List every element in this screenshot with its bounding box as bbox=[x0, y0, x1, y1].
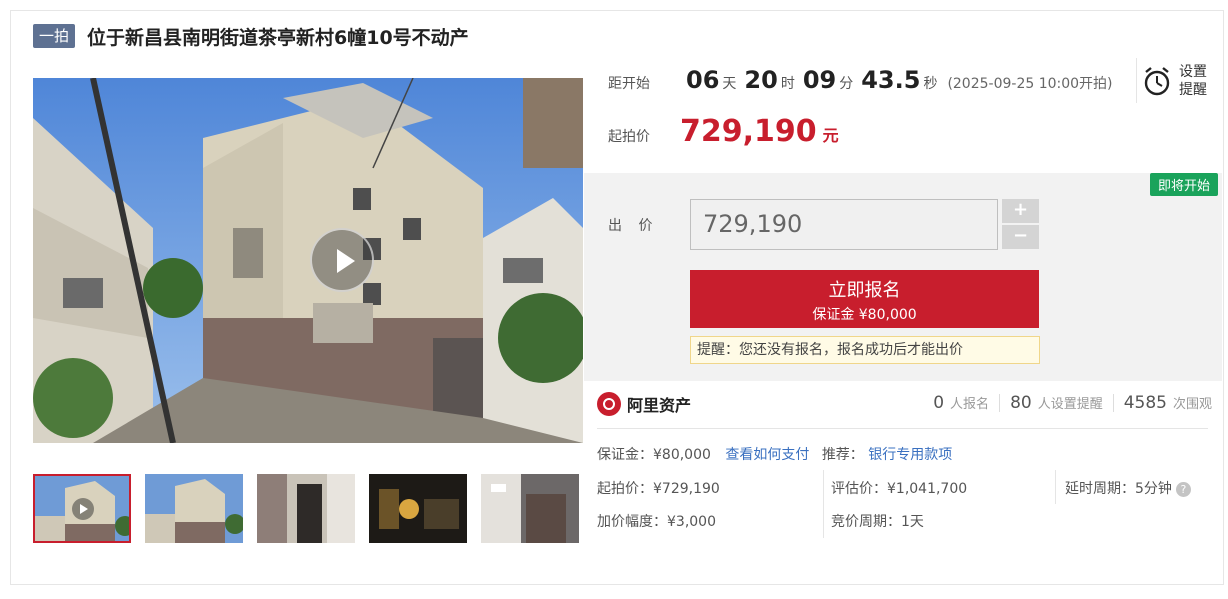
recommend-label: 推荐： bbox=[821, 447, 864, 463]
signup-count: 0 bbox=[933, 393, 945, 413]
thumbnail-photo[interactable] bbox=[481, 474, 579, 543]
main-photo[interactable] bbox=[33, 78, 583, 443]
divider bbox=[1112, 394, 1114, 412]
start-time: (2025-09-25 10:00开拍) bbox=[947, 76, 1113, 92]
building-photo bbox=[33, 78, 583, 443]
bid-input[interactable]: 729,190 bbox=[690, 199, 998, 250]
video-play-button[interactable] bbox=[310, 228, 374, 292]
delay-text: 延时周期：5分钟 bbox=[1065, 481, 1172, 497]
deposit-info: 保证金：¥80,000 查看如何支付 推荐： 银行专用款项 bbox=[597, 444, 952, 464]
thumbnail-photo[interactable] bbox=[369, 474, 467, 543]
stats-bar: 0 人报名 80 人设置提醒 4585 次围观 bbox=[933, 393, 1212, 413]
title-row: 一拍 位于新昌县南明街道茶亭新村6幢10号不动产 bbox=[33, 22, 469, 50]
bid-cycle-info: 竞价周期：1天 bbox=[831, 514, 924, 530]
divider bbox=[999, 394, 1001, 412]
signup-label: 立即报名 bbox=[828, 280, 901, 301]
countdown-minutes: 09 bbox=[802, 66, 837, 94]
reminder-line2: 提醒 bbox=[1179, 81, 1207, 98]
delay-info: 延时周期：5分钟? bbox=[1065, 478, 1191, 498]
thumbnail-photo[interactable] bbox=[145, 474, 243, 543]
reminder-line1: 设置 bbox=[1179, 63, 1207, 80]
view-count: 4585 bbox=[1123, 393, 1167, 413]
reminder-count-label: 人设置提醒 bbox=[1037, 397, 1103, 412]
ali-asset-logo-icon bbox=[597, 392, 621, 416]
thumbnail-video[interactable] bbox=[33, 474, 131, 543]
how-to-pay-link[interactable]: 查看如何支付 bbox=[725, 447, 809, 463]
thumbnail-image bbox=[145, 474, 243, 543]
signup-count-label: 人报名 bbox=[950, 397, 990, 412]
countdown: 距开始 06 天 20 时 09 分 43.5 秒 (2025-09-25 10… bbox=[608, 66, 1113, 94]
thumbnail-image bbox=[257, 474, 355, 543]
page-title: 位于新昌县南明街道茶亭新村6幢10号不动产 bbox=[87, 26, 469, 49]
set-reminder-button[interactable]: 设置 提醒 bbox=[1136, 58, 1216, 103]
brand-name: 阿里资产 bbox=[627, 396, 692, 415]
appraisal-info: 评估价：¥1,041,700 bbox=[831, 481, 968, 497]
increase-bid-button[interactable]: + bbox=[1002, 199, 1039, 223]
thumbnail-photo[interactable] bbox=[257, 474, 355, 543]
bank-link[interactable]: 银行专用款项 bbox=[868, 447, 952, 463]
increment-info: 加价幅度：¥3,000 bbox=[597, 514, 716, 530]
status-badge: 即将开始 bbox=[1149, 173, 1218, 196]
start-price-info: 起拍价：¥729,190 bbox=[597, 481, 720, 497]
countdown-days: 06 bbox=[686, 66, 720, 94]
play-icon bbox=[72, 498, 94, 520]
countdown-seconds: 43.5 bbox=[861, 66, 921, 94]
thumbnail-image bbox=[369, 474, 467, 543]
view-count-label: 次围观 bbox=[1172, 397, 1212, 412]
bid-label: 出 价 bbox=[608, 218, 659, 234]
minutes-unit: 分 bbox=[839, 76, 854, 92]
signup-button[interactable]: 立即报名 保证金 ¥80,000 bbox=[690, 270, 1039, 328]
signup-hint: 提醒：您还没有报名，报名成功后才能出价 bbox=[690, 336, 1040, 364]
countdown-label: 距开始 bbox=[608, 76, 650, 92]
help-icon[interactable]: ? bbox=[1175, 481, 1191, 497]
divider bbox=[1055, 470, 1056, 504]
reminder-count: 80 bbox=[1010, 393, 1032, 413]
deposit-amount: 保证金 ¥80,000 bbox=[812, 307, 917, 323]
starting-price: 起拍价 729,190 元 bbox=[608, 114, 839, 149]
hours-unit: 时 bbox=[780, 76, 795, 92]
thumbnail-image bbox=[481, 474, 579, 543]
seconds-unit: 秒 bbox=[923, 76, 938, 92]
brand: 阿里资产 bbox=[597, 392, 691, 416]
days-unit: 天 bbox=[722, 76, 737, 92]
reminder-label: 设置 提醒 bbox=[1179, 63, 1207, 99]
decrease-bid-button[interactable]: − bbox=[1002, 225, 1039, 249]
round-tag: 一拍 bbox=[33, 24, 76, 48]
alarm-clock-icon bbox=[1144, 66, 1170, 95]
divider bbox=[823, 470, 824, 538]
starting-price-value: 729,190 bbox=[680, 114, 817, 149]
price-unit: 元 bbox=[822, 126, 839, 145]
deposit-text: 保证金：¥80,000 bbox=[597, 447, 711, 463]
countdown-hours: 20 bbox=[744, 66, 778, 94]
thumbnail-strip bbox=[33, 474, 579, 543]
starting-price-label: 起拍价 bbox=[608, 129, 650, 145]
bid-panel: 即将开始 出 价 729,190 + − 立即报名 保证金 ¥80,000 提醒… bbox=[584, 173, 1222, 381]
divider bbox=[597, 428, 1208, 429]
